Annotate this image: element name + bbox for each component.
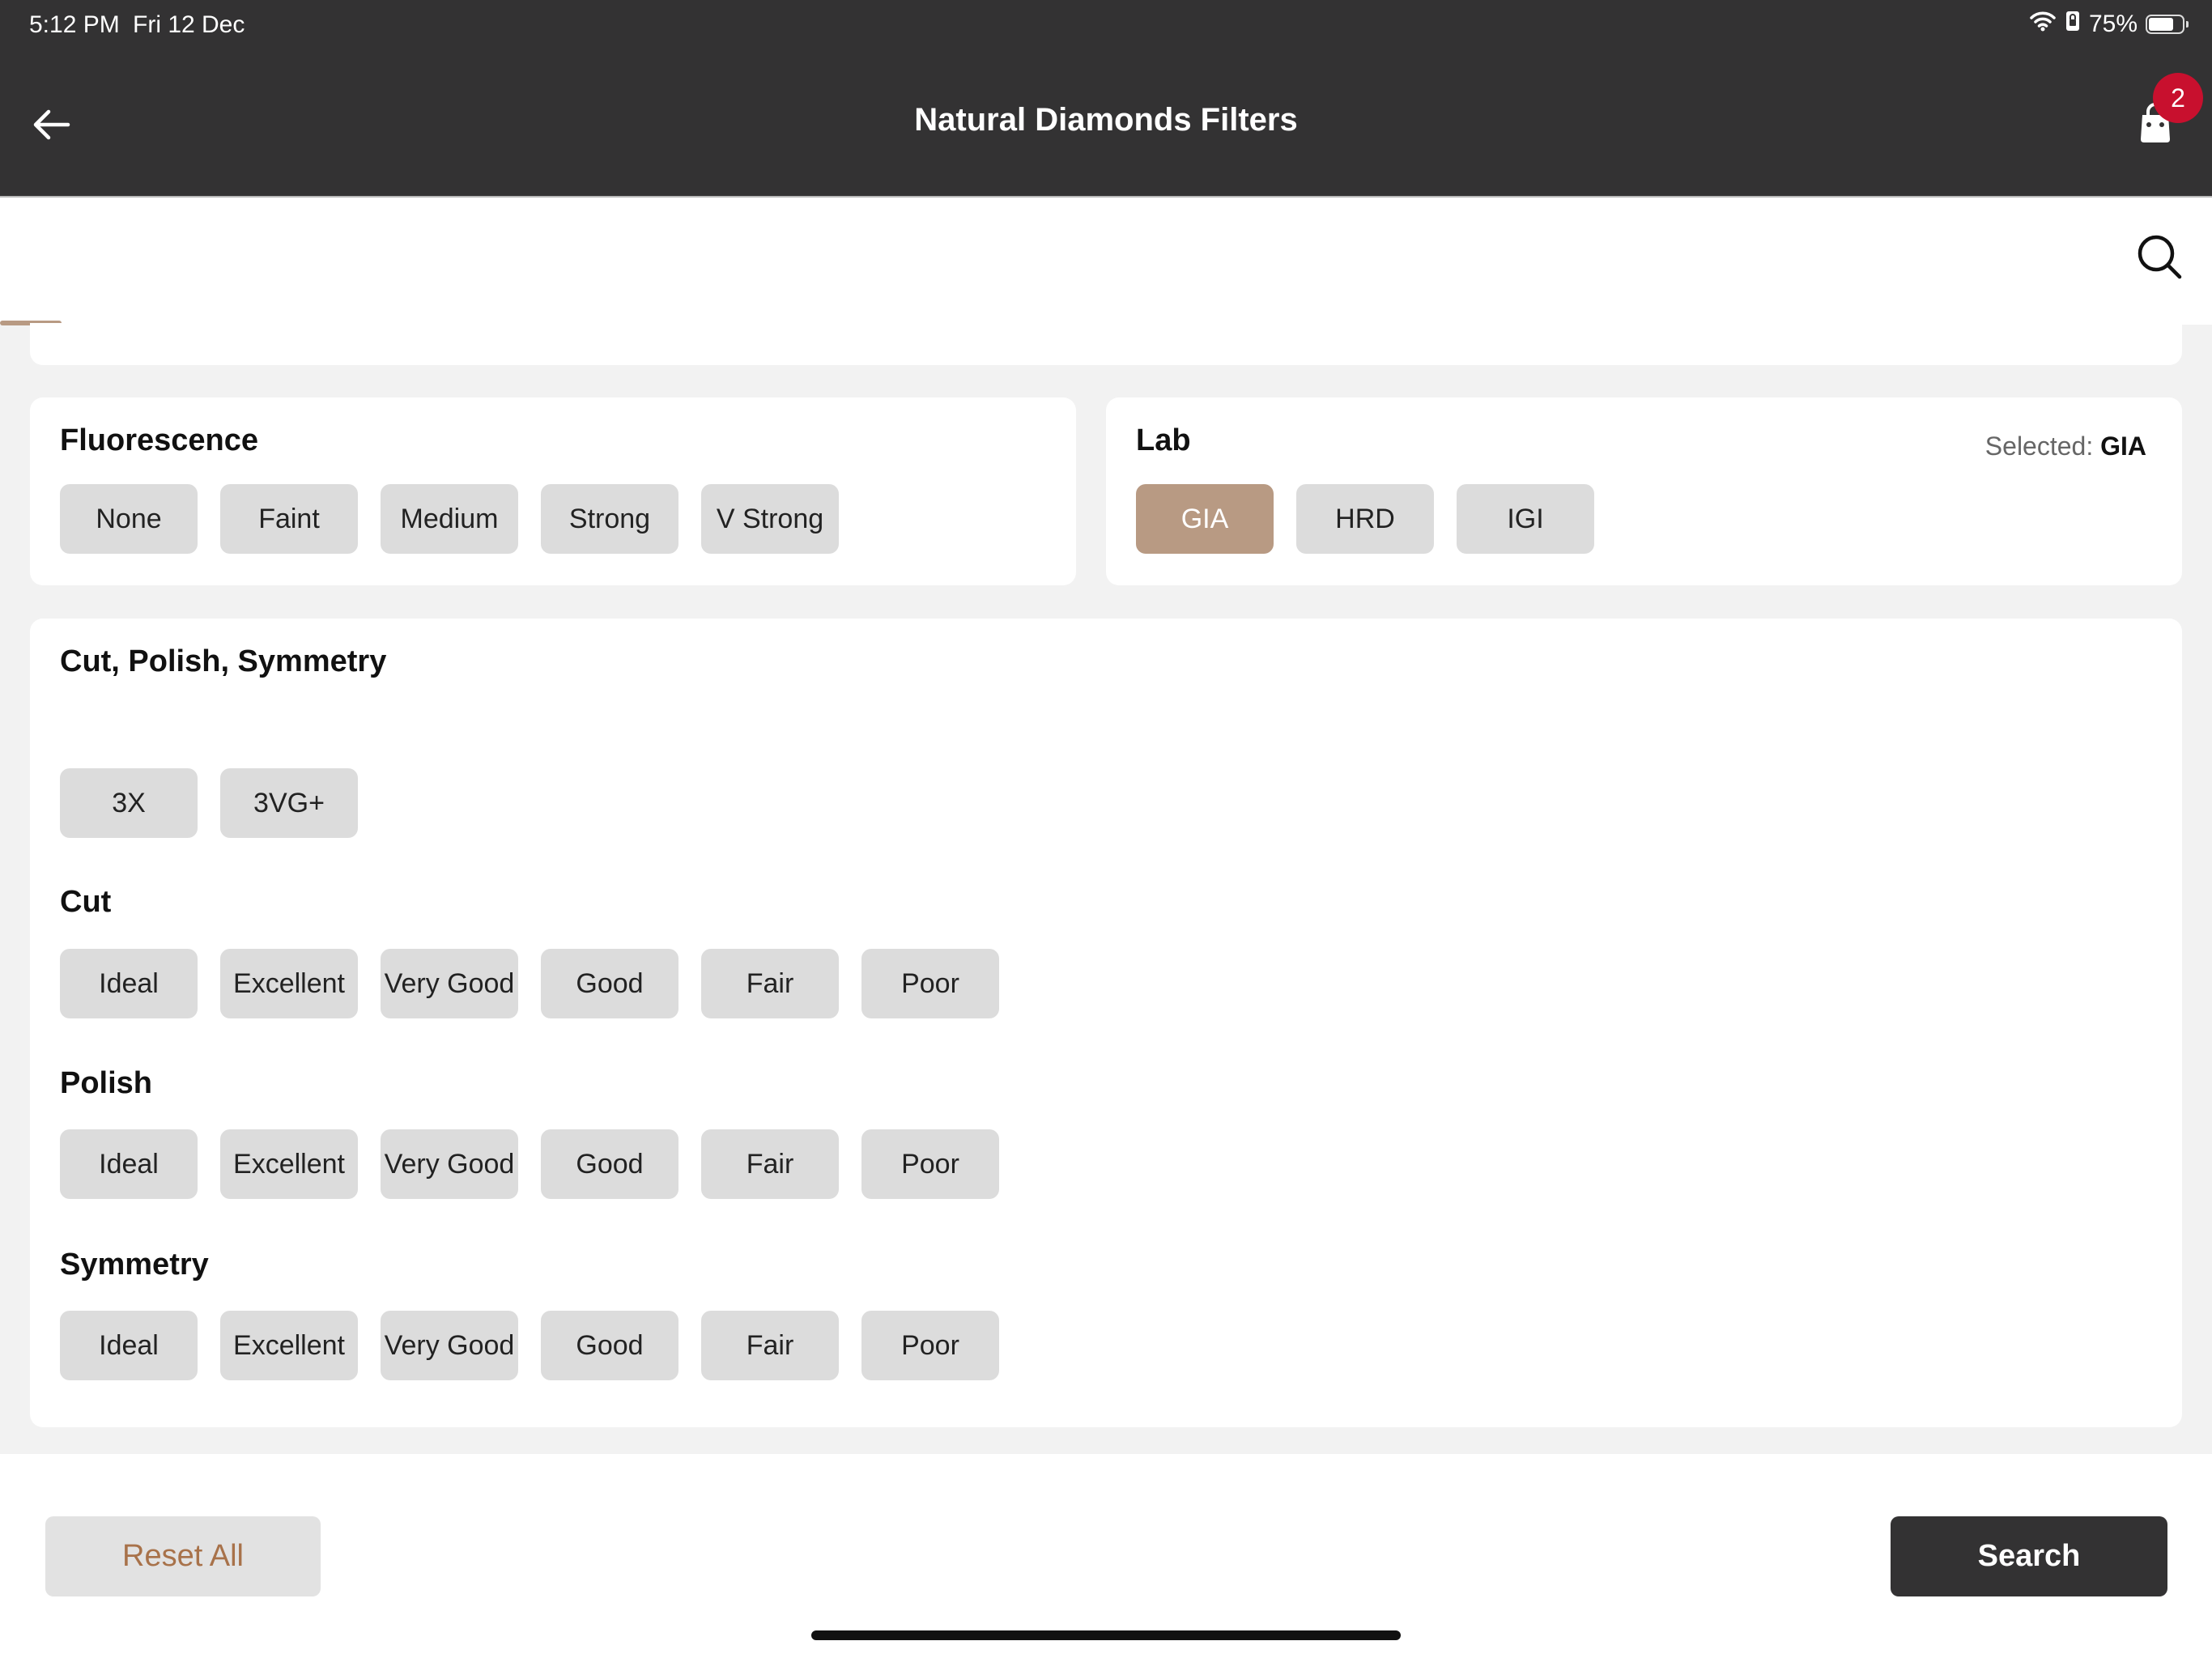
- symmetry-option-excellent[interactable]: Excellent: [220, 1311, 358, 1380]
- lab-selected-value: GIA: [2100, 432, 2146, 461]
- fluorescence-option-v-strong[interactable]: V Strong: [701, 484, 839, 554]
- status-indicators: 75%: [2029, 10, 2189, 39]
- symmetry-option-good[interactable]: Good: [541, 1311, 678, 1380]
- polish-options: Ideal Excellent Very Good Good Fair Poor: [60, 1129, 999, 1199]
- cut-options: Ideal Excellent Very Good Good Fair Poor: [60, 949, 999, 1018]
- polish-option-excellent[interactable]: Excellent: [220, 1129, 358, 1199]
- symmetry-option-poor[interactable]: Poor: [861, 1311, 999, 1380]
- fluorescence-option-medium[interactable]: Medium: [381, 484, 518, 554]
- previous-filter-card: [30, 323, 2182, 365]
- polish-option-good[interactable]: Good: [541, 1129, 678, 1199]
- polish-option-ideal[interactable]: Ideal: [60, 1129, 198, 1199]
- cut-option-ideal[interactable]: Ideal: [60, 949, 198, 1018]
- preset-3vg-plus[interactable]: 3VG+: [220, 768, 358, 838]
- fluorescence-card: Fluorescence None Faint Medium Strong V …: [30, 397, 1076, 585]
- status-date: Fri 12 Dec: [133, 11, 245, 38]
- home-indicator[interactable]: [811, 1630, 1401, 1640]
- polish-option-very-good[interactable]: Very Good: [381, 1129, 518, 1199]
- symmetry-options: Ideal Excellent Very Good Good Fair Poor: [60, 1311, 999, 1380]
- lab-options: GIA HRD IGI: [1136, 484, 1594, 554]
- app-header: 5:12 PM Fri 12 Dec 75% Natural Diamonds …: [0, 0, 2212, 196]
- battery-icon: [2146, 15, 2189, 34]
- orientation-lock-icon: [2065, 10, 2081, 39]
- preset-options: 3X 3VG+: [60, 768, 358, 838]
- lab-option-igi[interactable]: IGI: [1457, 484, 1594, 554]
- polish-title: Polish: [60, 1066, 153, 1100]
- fluorescence-options: None Faint Medium Strong V Strong: [60, 484, 839, 554]
- reset-all-button[interactable]: Reset All: [45, 1516, 321, 1596]
- lab-selected-label: Selected:: [1984, 432, 2101, 461]
- lab-option-hrd[interactable]: HRD: [1296, 484, 1434, 554]
- footer-bar: [0, 1454, 2212, 1658]
- page-title: Natural Diamonds Filters: [914, 102, 1298, 138]
- symmetry-option-fair[interactable]: Fair: [701, 1311, 839, 1380]
- cut-option-poor[interactable]: Poor: [861, 949, 999, 1018]
- fluorescence-option-strong[interactable]: Strong: [541, 484, 678, 554]
- search-bar: [0, 198, 2212, 325]
- fluorescence-option-faint[interactable]: Faint: [220, 484, 358, 554]
- battery-percent: 75%: [2088, 11, 2138, 37]
- lab-selected-info: Selected: GIA: [1985, 432, 2146, 461]
- search-icon: [2138, 235, 2182, 279]
- preset-3x[interactable]: 3X: [60, 768, 198, 838]
- cut-title: Cut: [60, 885, 112, 919]
- symmetry-option-very-good[interactable]: Very Good: [381, 1311, 518, 1380]
- polish-option-poor[interactable]: Poor: [861, 1129, 999, 1199]
- lab-title: Lab: [1136, 423, 1191, 457]
- cut-option-very-good[interactable]: Very Good: [381, 949, 518, 1018]
- fluorescence-option-none[interactable]: None: [60, 484, 198, 554]
- symmetry-option-ideal[interactable]: Ideal: [60, 1311, 198, 1380]
- cut-option-good[interactable]: Good: [541, 949, 678, 1018]
- symmetry-title: Symmetry: [60, 1248, 209, 1282]
- cart-count-badge: 2: [2153, 73, 2203, 123]
- wifi-icon: [2029, 11, 2057, 38]
- lab-option-gia[interactable]: GIA: [1136, 484, 1274, 554]
- status-time: 5:12 PM: [29, 11, 120, 38]
- cut-option-excellent[interactable]: Excellent: [220, 949, 358, 1018]
- cut-polish-symmetry-card: Cut, Polish, Symmetry 3X 3VG+ Cut Ideal …: [30, 619, 2182, 1427]
- cut-option-fair[interactable]: Fair: [701, 949, 839, 1018]
- polish-option-fair[interactable]: Fair: [701, 1129, 839, 1199]
- fluorescence-title: Fluorescence: [60, 423, 258, 457]
- cut-polish-symmetry-title: Cut, Polish, Symmetry: [60, 644, 387, 678]
- search-button[interactable]: Search: [1891, 1516, 2167, 1596]
- lab-card: Lab Selected: GIA GIA HRD IGI: [1106, 397, 2182, 585]
- search-icon-button[interactable]: [2134, 232, 2184, 282]
